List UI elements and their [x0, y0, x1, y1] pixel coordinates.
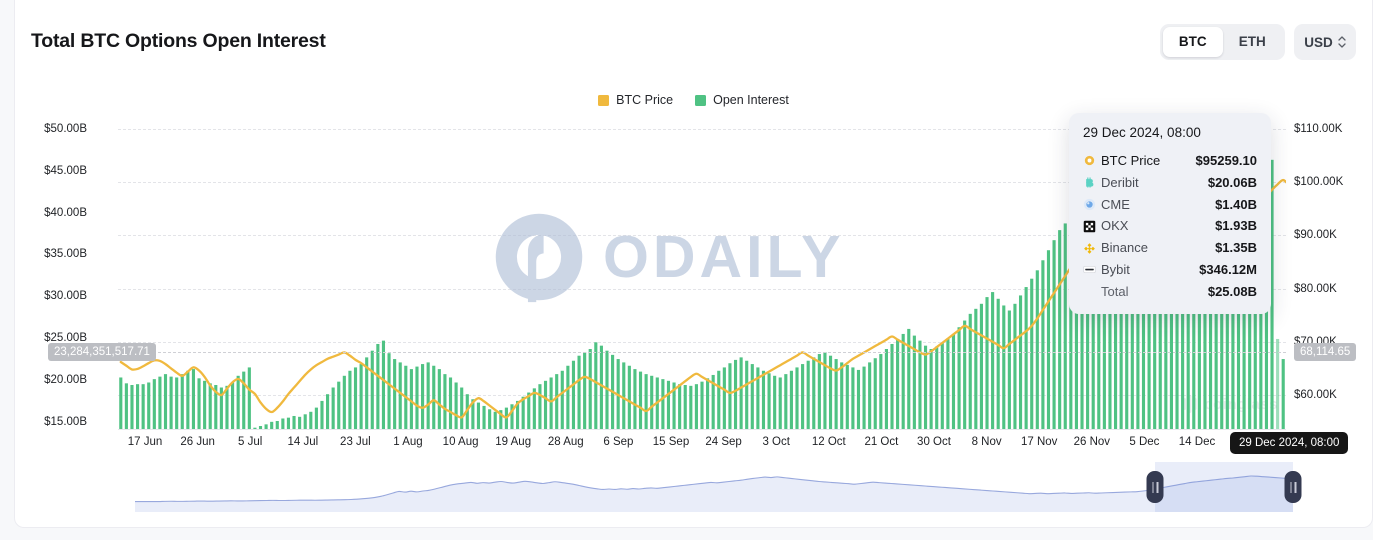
x-axis-tick: 23 Jul [340, 436, 371, 448]
tooltip-row: Deribit $20.06B [1083, 172, 1257, 194]
x-axis-tick: 5 Jul [238, 436, 263, 448]
tooltip-row-value: $20.06B [1207, 174, 1257, 190]
tooltip-date: 29 Dec 2024, 08:00 [1083, 125, 1201, 140]
tooltip-row: Binance $1.35B [1083, 237, 1257, 259]
crosshair-horizontal [118, 352, 1286, 353]
x-axis-tick: 6 Sep [603, 436, 634, 448]
tooltip-row: BTC Price $95259.10 [1083, 150, 1257, 172]
y-axis-left-tick: $40.00B [44, 206, 87, 219]
x-axis-tick: 30 Oct [917, 436, 951, 448]
x-axis-tick: 19 Aug [495, 436, 532, 448]
navigator-selection[interactable] [1155, 462, 1293, 512]
legend-label-btc-price: BTC Price [616, 93, 674, 107]
tooltip-row-spacer [1083, 285, 1096, 298]
chart-legend: BTC Price Open Interest [15, 93, 1372, 107]
tooltip-row-label: BTC Price [1101, 153, 1161, 168]
navigator-area-chart [135, 475, 1293, 512]
bybit-icon [1083, 266, 1096, 274]
y-axis-left-tick: $15.00B [44, 415, 87, 428]
asset-toggle[interactable]: BTC ETH [1160, 24, 1285, 60]
x-axis-tick: 17 Jun [127, 436, 163, 448]
tooltip-row: CME $1.40B [1083, 194, 1257, 216]
x-axis-tick: 8 Nov [971, 436, 1002, 448]
x-axis-tick: 15 Sep [652, 436, 690, 448]
crosshair-value-left: 23,284,351,517.71 [48, 343, 156, 361]
okx-icon [1083, 220, 1096, 233]
x-axis-tick: 3 Oct [762, 436, 790, 448]
chevron-updown-icon [1338, 36, 1346, 48]
tooltip-row-label: OKX [1101, 218, 1129, 234]
legend-item-open-interest[interactable]: Open Interest [695, 93, 789, 107]
tooltip-row-label: Bybit [1101, 261, 1130, 277]
x-axis-tick: 26 Jun [180, 436, 215, 448]
tooltip-row-label: Total [1101, 283, 1129, 299]
tooltip-row-value: $1.35B [1215, 240, 1257, 256]
currency-select-label: USD [1304, 34, 1333, 50]
nav-handle-left[interactable] [1146, 471, 1164, 503]
legend-swatch-btc-price [598, 94, 610, 106]
x-axis-tick: 14 Dec [1178, 436, 1216, 448]
tooltip-row-value: $95259.10 [1195, 153, 1257, 168]
tooltip-row-label: Binance [1101, 240, 1148, 256]
x-axis-tick: 14 Jul [287, 436, 319, 448]
y-axis-right-tick: $100.00K [1294, 176, 1344, 189]
x-axis-tick: 24 Sep [705, 436, 742, 448]
chart-card: Total BTC Options Open Interest BTC ETH … [14, 0, 1373, 528]
nav-handle-right[interactable] [1284, 471, 1302, 503]
asset-toggle-eth[interactable]: ETH [1223, 27, 1283, 57]
binance-icon [1084, 242, 1095, 254]
tooltip-row-value: $25.08B [1207, 283, 1257, 299]
legend-label-open-interest: Open Interest [713, 93, 789, 107]
y-axis-right-tick: $110.00K [1294, 123, 1343, 135]
x-axis-baseline [118, 429, 1286, 430]
deribit-icon [1086, 177, 1094, 188]
tooltip-row-label: CME [1101, 196, 1130, 212]
y-axis-left-tick: $45.00B [44, 164, 87, 177]
tooltip-row: Bybit $346.12M [1083, 259, 1257, 281]
y-axis-left-tick: $20.00B [44, 373, 87, 386]
x-axis-tick: 10 Aug [442, 436, 479, 448]
tooltip-row-value: $346.12M [1199, 261, 1257, 277]
x-axis-tick: 17 Nov [1020, 436, 1058, 448]
navigator-area [135, 475, 1293, 512]
x-axis-tick: 21 Oct [864, 436, 899, 448]
asset-toggle-btc[interactable]: BTC [1163, 27, 1223, 57]
tooltip-row: Total $25.08B [1083, 281, 1257, 303]
legend-swatch-open-interest [695, 94, 707, 106]
x-axis-tick: 1 Aug [393, 436, 423, 448]
tooltip-rows: BTC Price $95259.10 Deribit $20.06B CME $1.40… [1083, 150, 1257, 303]
tooltip-row-value: $1.40B [1215, 196, 1257, 212]
x-axis-tick: 28 Aug [547, 436, 584, 448]
currency-select[interactable]: USD [1294, 24, 1356, 60]
tooltip-row-value: $1.93B [1215, 218, 1257, 234]
legend-item-btc-price[interactable]: BTC Price [598, 93, 673, 107]
btc-price-dot-icon [1084, 156, 1095, 166]
crosshair-value-right: 68,114.65 [1294, 343, 1357, 361]
y-axis-right-tick: $90.00K [1294, 229, 1337, 242]
x-axis-tick: 12 Oct [811, 436, 846, 448]
x-axis-tick: 5 Dec [1129, 436, 1160, 448]
y-axis-left-tick: $30.00B [44, 290, 87, 303]
tooltip-row: OKX $1.93B [1083, 215, 1257, 237]
cme-icon [1083, 198, 1096, 211]
chart-tooltip: 29 Dec 2024, 08:00 BTC Price $95259.10 Der… [1069, 113, 1271, 314]
y-axis-right-tick: $80.00K [1294, 282, 1337, 295]
crosshair-date-label: 29 Dec 2024, 08:00 [1230, 432, 1349, 454]
page-title: Total BTC Options Open Interest [31, 30, 326, 52]
tooltip-row-label: Deribit [1101, 174, 1139, 190]
x-axis-tick: 26 Nov [1073, 436, 1111, 448]
y-axis-left-tick: $50.00B [44, 123, 87, 135]
chart-navigator[interactable] [135, 462, 1302, 512]
y-axis-left-tick: $35.00B [44, 248, 87, 261]
y-axis-right-tick: $60.00K [1294, 389, 1337, 401]
